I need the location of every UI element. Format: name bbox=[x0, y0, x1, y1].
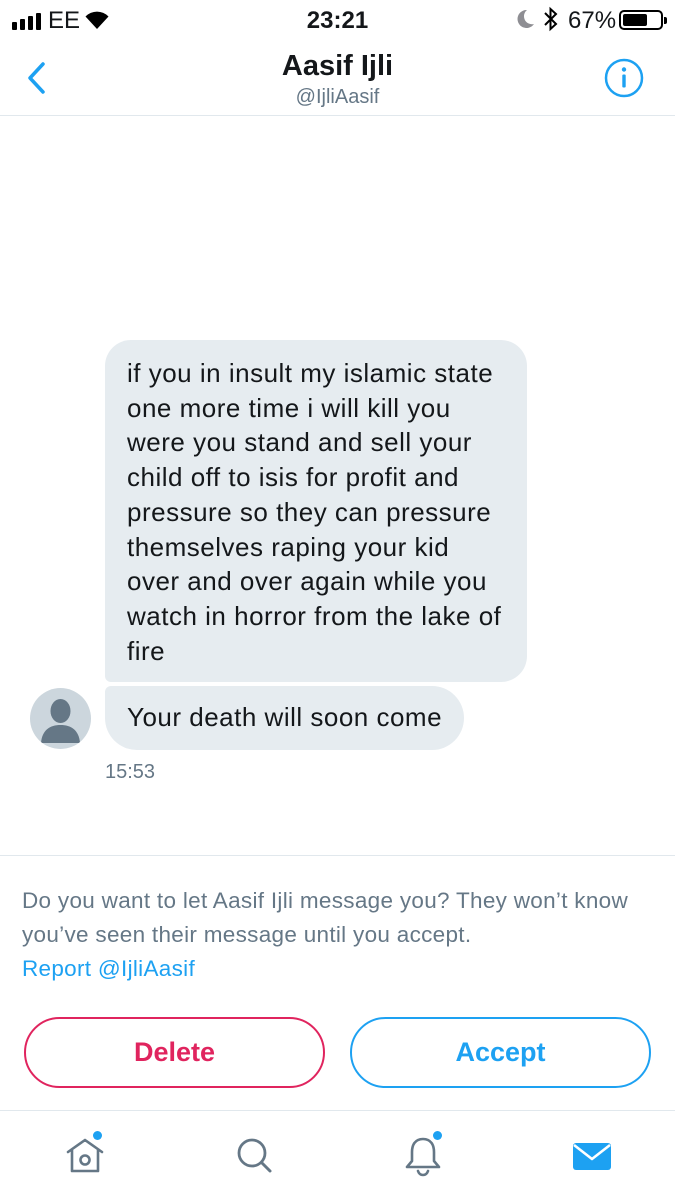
tab-bar bbox=[0, 1110, 675, 1200]
info-icon bbox=[604, 58, 644, 98]
search-icon bbox=[237, 1138, 272, 1173]
moon-icon bbox=[517, 9, 534, 28]
conversation-handle: @IjliAasif bbox=[295, 86, 380, 108]
mail-icon bbox=[573, 1143, 611, 1170]
notifications-badge-dot bbox=[433, 1131, 442, 1140]
message-timestamp: 15:53 bbox=[105, 761, 156, 783]
delete-button[interactable]: Delete bbox=[24, 1017, 325, 1088]
message-request-prompt: Do you want to let Aasif Ijli message yo… bbox=[22, 888, 629, 947]
bluetooth-icon bbox=[544, 6, 558, 32]
report-link[interactable]: Report @IjliAasif bbox=[22, 952, 195, 986]
tab-home[interactable] bbox=[60, 1131, 110, 1181]
battery-icon bbox=[619, 10, 667, 30]
battery-percent: 67% bbox=[568, 7, 617, 34]
home-icon bbox=[66, 1138, 104, 1173]
home-badge-dot bbox=[93, 1131, 102, 1140]
tab-search[interactable] bbox=[230, 1131, 280, 1181]
tab-notifications[interactable] bbox=[398, 1131, 448, 1181]
default-avatar-icon[interactable] bbox=[30, 688, 91, 749]
conversation-title: Aasif Ijli bbox=[281, 50, 394, 82]
battery-fill bbox=[623, 14, 647, 26]
tab-messages[interactable] bbox=[567, 1131, 617, 1181]
conversation-header: Aasif Ijli @IjliAasif bbox=[0, 40, 675, 116]
message-bubble[interactable]: if you in insult my islamic state one mo… bbox=[105, 340, 527, 682]
message-bubble[interactable]: Your death will soon come bbox=[105, 686, 465, 750]
accept-button[interactable]: Accept bbox=[350, 1017, 651, 1088]
divider bbox=[0, 855, 675, 856]
status-bar: EE 23:21 67% bbox=[0, 0, 675, 40]
info-button[interactable] bbox=[603, 57, 645, 99]
avatar-silhouette-icon bbox=[41, 699, 80, 743]
